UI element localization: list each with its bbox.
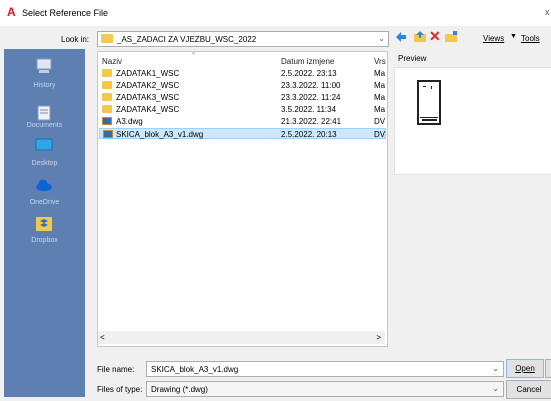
file-name-input[interactable]: SKICA_blok_A3_v1.dwg ⌄: [146, 361, 504, 377]
file-date: 2.5.2022. 20:13: [281, 130, 337, 139]
scroll-right-icon[interactable]: >: [376, 333, 381, 342]
places-sidebar: History Documents Desktop OneDrive Dropb…: [4, 49, 85, 397]
history-icon[interactable]: [35, 58, 53, 74]
file-row[interactable]: ZADATAK4_WSC 3.5.2022. 11:34 Ma: [99, 104, 386, 115]
window-title: Select Reference File: [22, 8, 109, 18]
file-type: Ma: [374, 93, 386, 102]
chevron-down-icon[interactable]: ⌄: [492, 384, 499, 393]
file-type: DV: [374, 117, 386, 126]
file-name-value: SKICA_blok_A3_v1.dwg: [151, 365, 239, 374]
dwg-file-icon: [103, 130, 113, 138]
open-button[interactable]: Open: [506, 359, 544, 378]
file-name: ZADATAK3_WSC: [116, 93, 180, 102]
sort-ascending-icon: ^: [192, 52, 196, 59]
folder-icon: [102, 69, 112, 77]
file-row[interactable]: ZADATAK1_WSC 2.5.2022. 23:13 Ma: [99, 68, 386, 79]
title-bar: A Select Reference File x: [0, 0, 551, 26]
file-row[interactable]: ZADATAK3_WSC 23.3.2022. 11:24 Ma: [99, 92, 386, 103]
folder-icon: [101, 34, 113, 43]
look-in-label: Look in:: [61, 35, 90, 44]
file-type: DV: [374, 130, 386, 139]
file-name: ZADATAK1_WSC: [116, 69, 180, 78]
places-item-dropbox[interactable]: Dropbox: [4, 237, 85, 244]
folder-icon: [102, 81, 112, 89]
column-header-type[interactable]: Vrs: [374, 57, 386, 66]
desktop-icon[interactable]: [35, 137, 53, 153]
column-header-date[interactable]: Datum izmjene: [281, 57, 334, 66]
folder-icon: [102, 105, 112, 113]
onedrive-icon[interactable]: [35, 177, 53, 193]
file-date: 3.5.2022. 11:34: [281, 105, 337, 114]
look-in-value: _AS_ZADACI ZA VJEZBU_WSC_2022: [117, 35, 257, 44]
file-date: 21.3.2022. 22:41: [281, 117, 342, 126]
chevron-down-icon[interactable]: ⌄: [378, 34, 385, 43]
file-date: 23.3.2022. 11:24: [281, 93, 341, 102]
delete-icon[interactable]: ✕: [429, 29, 441, 43]
file-type-select[interactable]: Drawing (*.dwg) ⌄: [146, 381, 504, 397]
up-one-level-icon[interactable]: [413, 30, 427, 43]
back-arrow-icon[interactable]: [395, 31, 407, 43]
look-in-dropdown[interactable]: _AS_ZADACI ZA VJEZBU_WSC_2022 ⌄: [97, 31, 389, 47]
file-type: Ma: [374, 81, 386, 90]
views-menu[interactable]: Views: [483, 34, 504, 43]
file-type-value: Drawing (*.dwg): [151, 385, 208, 394]
file-name: ZADATAK4_WSC: [116, 105, 180, 114]
places-item-history[interactable]: History: [4, 82, 85, 89]
folder-icon: [102, 93, 112, 101]
drawing-thumbnail: [417, 80, 441, 125]
file-name-label: File name:: [97, 365, 135, 374]
file-date: 23.3.2022. 11:00: [281, 81, 341, 90]
file-type: Ma: [374, 69, 386, 78]
close-icon[interactable]: x: [545, 7, 550, 17]
scroll-left-icon[interactable]: <: [100, 333, 105, 342]
file-row[interactable]: A3.dwg 21.3.2022. 22:41 DV: [99, 116, 386, 127]
column-header-name[interactable]: Naziv: [102, 57, 122, 66]
file-type: Ma: [374, 105, 386, 114]
tools-menu[interactable]: Tools: [521, 34, 540, 43]
preview-pane: [394, 67, 551, 175]
horizontal-scrollbar[interactable]: < >: [98, 331, 385, 344]
places-item-onedrive[interactable]: OneDrive: [4, 199, 85, 206]
file-row-selected[interactable]: SKICA_blok_A3_v1.dwg 2.5.2022. 20:13 DV: [99, 128, 386, 139]
dropbox-icon[interactable]: [35, 216, 53, 232]
documents-icon[interactable]: [35, 105, 53, 121]
file-name: A3.dwg: [116, 117, 143, 126]
file-date: 2.5.2022. 23:13: [281, 69, 337, 78]
views-dropdown-arrow-icon[interactable]: ▼: [510, 33, 517, 40]
places-item-desktop[interactable]: Desktop: [4, 160, 85, 167]
cancel-button[interactable]: Cancel: [506, 380, 551, 399]
autocad-logo-icon: A: [7, 5, 16, 19]
file-name: ZADATAK2_WSC: [116, 81, 180, 90]
dwg-file-icon: [102, 117, 112, 125]
file-list[interactable]: ^ Naziv Datum izmjene Vrs ZADATAK1_WSC 2…: [97, 51, 388, 347]
new-folder-icon[interactable]: [444, 30, 458, 43]
file-row[interactable]: ZADATAK2_WSC 23.3.2022. 11:00 Ma: [99, 80, 386, 91]
preview-label: Preview: [398, 54, 427, 63]
file-type-label: Files of type:: [97, 385, 143, 394]
file-name: SKICA_blok_A3_v1.dwg: [116, 130, 204, 139]
places-item-documents[interactable]: Documents: [4, 122, 85, 129]
chevron-down-icon[interactable]: ⌄: [492, 364, 499, 373]
open-options-button[interactable]: [545, 359, 551, 378]
